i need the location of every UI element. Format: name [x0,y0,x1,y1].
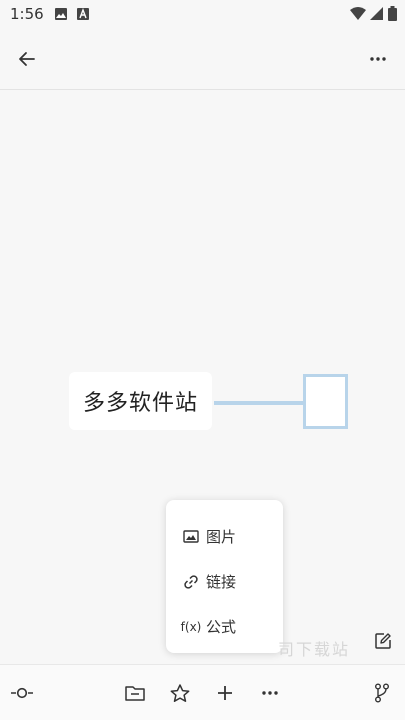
more-options-button[interactable] [365,46,391,72]
more-horizontal-icon [370,57,386,61]
image-icon [54,7,68,21]
link-icon [182,573,200,591]
insert-menu: 图片 链接 f(x) 公式 [166,500,283,653]
root-node[interactable]: 多多软件站 [69,372,212,430]
star-icon [170,683,190,702]
add-button[interactable] [213,681,237,705]
menu-item-formula[interactable]: f(x) 公式 [166,604,283,649]
node-toggle-icon [11,687,33,699]
folder-button[interactable] [123,681,147,705]
branch-icon [375,683,389,703]
edit-button[interactable] [372,630,394,652]
node-connector [214,401,304,405]
menu-item-label: 图片 [206,528,237,546]
plus-icon [218,686,232,700]
node-toggle-button[interactable] [10,681,34,705]
arrow-left-icon [19,52,35,66]
watermark-text: 司下载站 [278,640,351,659]
status-time: 1:56 [10,5,44,23]
top-app-bar [0,28,405,90]
signal-icon [370,6,384,25]
status-bar: 1:56 [0,0,405,28]
image-icon [182,528,200,546]
child-node[interactable] [303,374,348,429]
favorite-button[interactable] [168,681,192,705]
wifi-icon [350,6,366,25]
bottom-toolbar [0,664,405,720]
menu-item-label: 链接 [206,573,237,591]
root-node-label: 多多软件站 [82,391,198,416]
menu-item-image[interactable]: 图片 [166,514,283,559]
formula-icon: f(x) [180,619,202,634]
folder-icon [125,686,145,701]
more-horizontal-icon [262,691,278,695]
edit-icon [375,633,391,649]
branch-button[interactable] [370,681,394,705]
menu-item-label: 公式 [206,618,237,636]
back-button[interactable] [14,46,40,72]
a-badge-icon [76,7,90,21]
menu-item-link[interactable]: 链接 [166,559,283,604]
battery-icon [388,6,397,25]
more-button[interactable] [258,681,282,705]
